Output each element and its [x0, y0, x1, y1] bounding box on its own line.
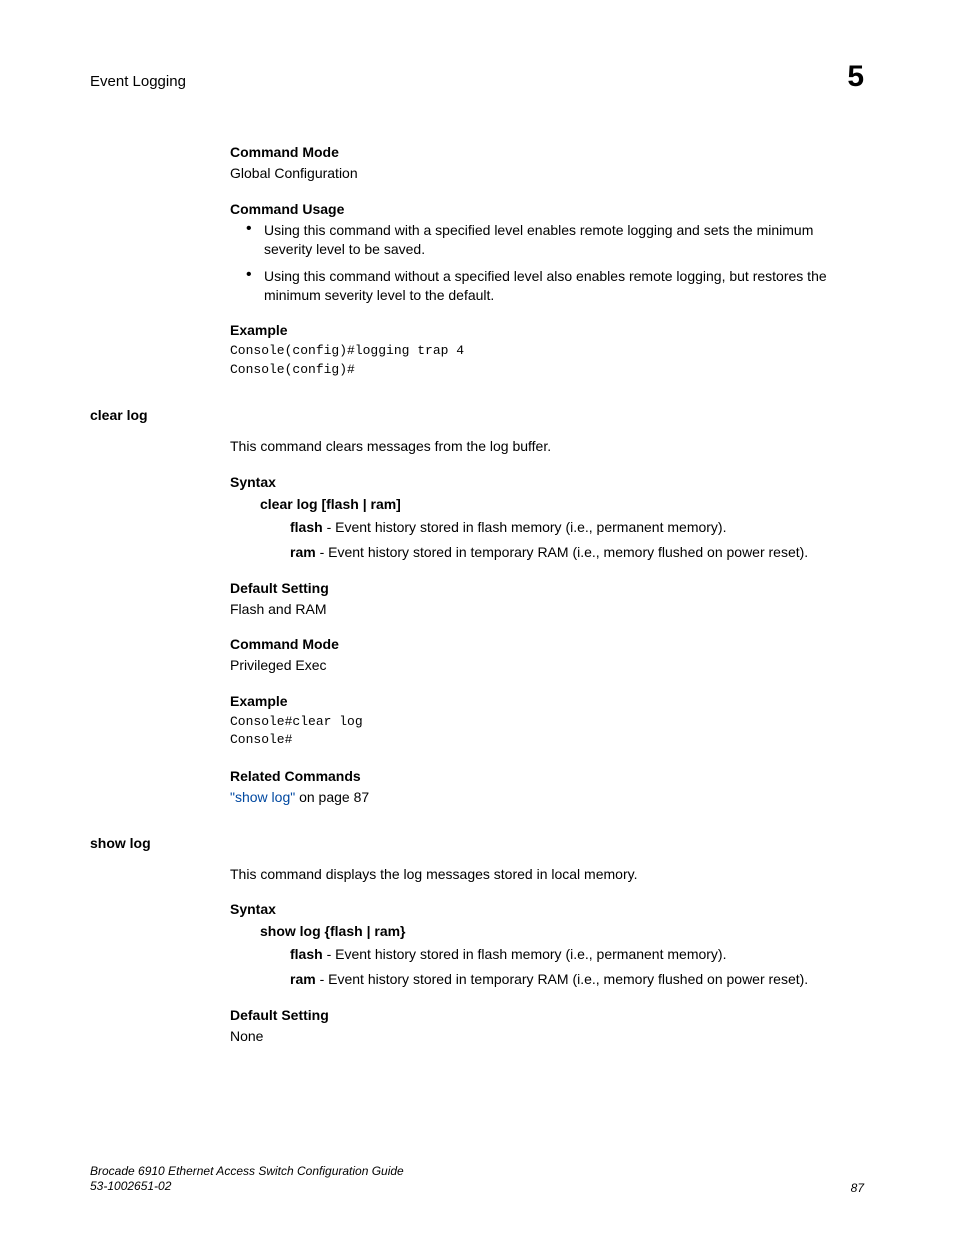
heading-syntax: Syntax [230, 474, 864, 490]
default-setting-text: None [230, 1027, 864, 1046]
related-commands-text: "show log" on page 87 [230, 788, 864, 807]
page-header: Event Logging 5 [90, 60, 864, 94]
heading-example: Example [230, 693, 864, 709]
show-log-content: This command displays the log messages s… [230, 865, 864, 1047]
syntax-command: clear log [flash | ram] [260, 496, 864, 512]
section-title: Event Logging [90, 73, 186, 90]
clear-log-section: clear log [90, 407, 864, 423]
sidebar-heading-clear-log: clear log [90, 407, 230, 423]
page-container: Event Logging 5 Command Mode Global Conf… [0, 0, 954, 1235]
show-log-intro: This command displays the log messages s… [230, 865, 864, 884]
param-ram: ram - Event history stored in temporary … [290, 543, 864, 562]
syntax-block: show log {flash | ram} flash - Event his… [260, 923, 864, 989]
heading-syntax: Syntax [230, 901, 864, 917]
footer-doc-num: 53-1002651-02 [90, 1179, 404, 1195]
param-ram-name: ram [290, 971, 316, 987]
param-ram-name: ram [290, 544, 316, 560]
heading-default-setting: Default Setting [230, 1007, 864, 1023]
param-flash-name: flash [290, 946, 323, 962]
example-code-block: Console(config)#logging trap 4 Console(c… [230, 342, 864, 378]
heading-command-usage: Command Usage [230, 201, 864, 217]
footer-guide-title: Brocade 6910 Ethernet Access Switch Conf… [90, 1164, 404, 1180]
heading-related-commands: Related Commands [230, 768, 864, 784]
command-mode-text: Global Configuration [230, 164, 864, 183]
sidebar-heading-show-log: show log [90, 835, 230, 851]
heading-command-mode: Command Mode [230, 636, 864, 652]
param-ram: ram - Event history stored in temporary … [290, 970, 864, 989]
heading-example: Example [230, 322, 864, 338]
clear-log-intro: This command clears messages from the lo… [230, 437, 864, 456]
example-code-block: Console#clear log Console# [230, 713, 864, 749]
usage-bullet-1: Using this command with a specified leve… [246, 221, 864, 259]
chapter-number: 5 [847, 60, 864, 94]
default-setting-text: Flash and RAM [230, 600, 864, 619]
heading-default-setting: Default Setting [230, 580, 864, 596]
usage-bullet-2: Using this command without a specified l… [246, 267, 864, 305]
param-flash-desc: - Event history stored in flash memory (… [323, 946, 727, 962]
related-after-text: on page 87 [295, 789, 369, 805]
page-footer: Brocade 6910 Ethernet Access Switch Conf… [90, 1164, 864, 1195]
param-flash-name: flash [290, 519, 323, 535]
footer-page-num: 87 [851, 1181, 864, 1195]
command-mode-text: Privileged Exec [230, 656, 864, 675]
syntax-block: clear log [flash | ram] flash - Event hi… [260, 496, 864, 562]
prev-section-content: Command Mode Global Configuration Comman… [230, 144, 864, 379]
clear-log-content: This command clears messages from the lo… [230, 437, 864, 807]
heading-command-mode: Command Mode [230, 144, 864, 160]
show-log-link[interactable]: "show log" [230, 789, 295, 805]
param-flash: flash - Event history stored in flash me… [290, 945, 864, 964]
show-log-section: show log [90, 835, 864, 851]
usage-list: Using this command with a specified leve… [230, 221, 864, 305]
param-flash: flash - Event history stored in flash me… [290, 518, 864, 537]
footer-left: Brocade 6910 Ethernet Access Switch Conf… [90, 1164, 404, 1195]
syntax-command: show log {flash | ram} [260, 923, 864, 939]
param-flash-desc: - Event history stored in flash memory (… [323, 519, 727, 535]
param-ram-desc: - Event history stored in temporary RAM … [316, 544, 809, 560]
param-ram-desc: - Event history stored in temporary RAM … [316, 971, 809, 987]
